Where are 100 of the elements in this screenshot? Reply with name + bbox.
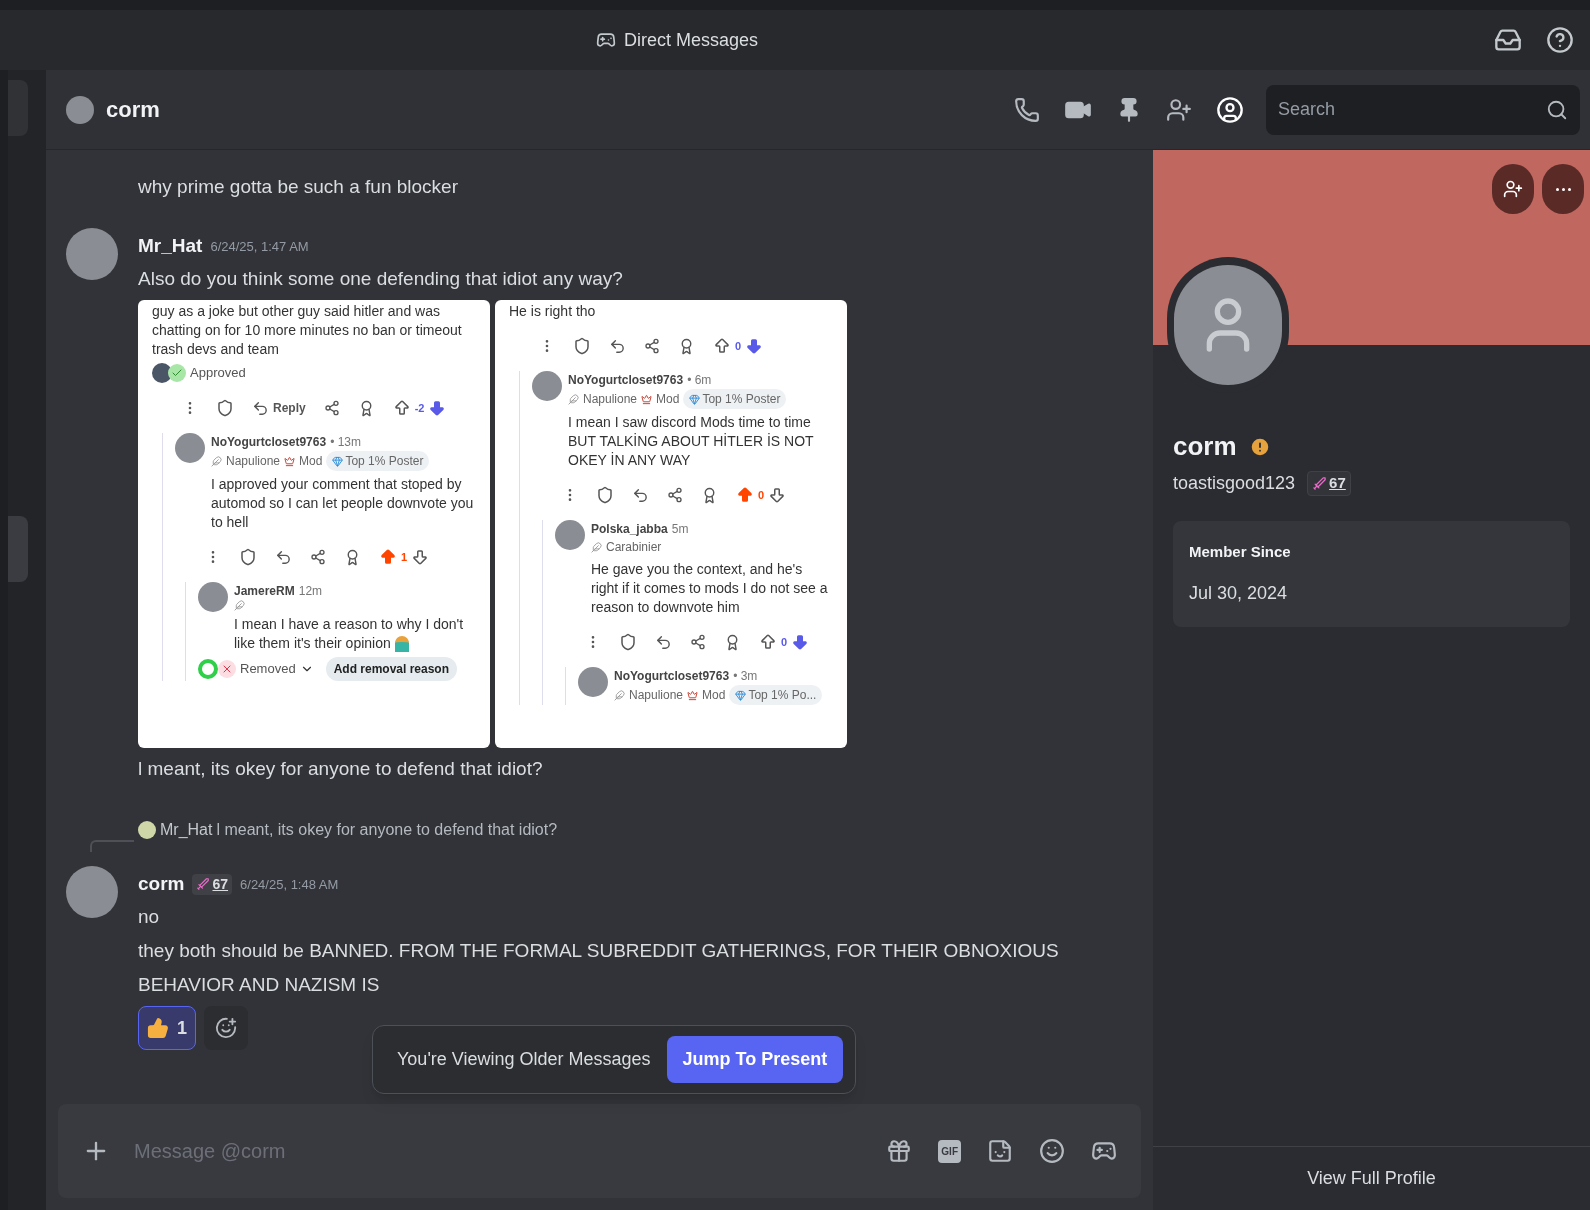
reaction-count: 1 — [177, 1016, 187, 1040]
role-label: Mod — [299, 453, 323, 470]
comment-text: I mean I saw discord Mods time to time BUT TALKİNG ABOUT HİTLER İS NOT OKEY İN ANY WAY — [568, 413, 815, 470]
shield-icon[interactable] — [239, 548, 257, 566]
guild-tag[interactable]: 67 — [1307, 471, 1351, 496]
section-value: Jul 30, 2024 — [1189, 581, 1289, 605]
user-avatar — [555, 520, 585, 550]
reply-icon[interactable] — [252, 399, 269, 417]
add-reaction-button[interactable] — [204, 1006, 248, 1050]
feather-icon — [211, 455, 222, 467]
user-flair: Napulione — [629, 687, 684, 704]
call-icon[interactable] — [1014, 96, 1040, 123]
hat-icon — [687, 689, 699, 701]
profile-username: toastisgood123 — [1173, 472, 1296, 495]
shield-icon[interactable] — [573, 337, 591, 355]
downvote-icon[interactable] — [768, 486, 787, 504]
message-text: l meant, its okey for anyone to defend that idiot? — [138, 757, 544, 781]
gif-button[interactable]: GIF — [938, 1139, 961, 1163]
user-avatar — [198, 582, 228, 612]
add-friend-icon[interactable] — [1166, 96, 1192, 123]
user-avatar — [66, 228, 118, 280]
share-icon[interactable] — [323, 400, 340, 416]
upvote-icon[interactable] — [379, 548, 397, 566]
user-flair: Napulione — [583, 391, 638, 408]
add-reason-button[interactable]: Add removal reason — [325, 657, 457, 681]
reply-icon[interactable] — [275, 548, 292, 566]
status-label: Approved — [190, 364, 246, 383]
guild-tag[interactable]: 67 — [192, 873, 233, 895]
shield-icon[interactable] — [596, 486, 614, 504]
sticker-icon[interactable] — [987, 1138, 1013, 1164]
help-icon[interactable] — [1546, 26, 1574, 54]
user-flair: Napulione — [226, 453, 281, 470]
comment-age: • 13m — [330, 434, 362, 451]
sword-icon — [1312, 476, 1328, 491]
author-name[interactable]: corm — [138, 870, 185, 899]
profile-toggle-icon[interactable] — [1216, 95, 1244, 124]
comment-age: 12m — [298, 583, 323, 600]
comment-text: I approved your comment that stoped by automod so I can let people downvote you to hell — [211, 475, 475, 532]
emoji-icon[interactable] — [1039, 1138, 1065, 1164]
feather-icon — [234, 600, 245, 611]
reply-icon[interactable] — [609, 337, 626, 355]
vote-score: -2 — [414, 400, 425, 416]
username[interactable]: JamereRM — [234, 582, 295, 600]
downvote-icon[interactable] — [745, 337, 764, 355]
timestamp: 6/24/25, 1:47 AM — [210, 237, 309, 256]
username[interactable]: NoYogurtcloset9763 — [614, 667, 730, 685]
upvote-icon[interactable] — [713, 337, 731, 355]
feather-icon — [614, 689, 625, 701]
shield-icon[interactable] — [619, 633, 637, 651]
upvote-icon[interactable] — [759, 633, 777, 651]
share-icon[interactable] — [667, 487, 683, 503]
reply-author[interactable]: Mr_Hat — [160, 818, 213, 842]
badge-label: Top 1% Poster — [702, 391, 781, 408]
badge-label: Top 1% Po... — [748, 687, 817, 704]
search-field[interactable]: Search — [1266, 84, 1580, 135]
share-icon[interactable] — [310, 549, 326, 565]
add-friend-button[interactable] — [1492, 164, 1534, 214]
screenshot-image[interactable] — [495, 300, 847, 748]
user-avatar — [66, 866, 118, 918]
share-icon[interactable] — [644, 338, 660, 354]
app-logo-icon — [595, 30, 616, 50]
downvote-icon[interactable] — [791, 633, 810, 651]
reply-icon[interactable] — [655, 633, 672, 651]
share-icon[interactable] — [690, 634, 706, 650]
reply-icon[interactable] — [632, 486, 649, 504]
reply-link[interactable]: Reply — [273, 399, 306, 417]
timestamp: 6/24/25, 1:48 AM — [240, 875, 339, 894]
search-input[interactable]: Search — [1278, 96, 1546, 123]
vote-score: 1 — [401, 549, 408, 565]
tag-label: 67 — [1329, 473, 1346, 494]
jump-button[interactable]: Jump To Present — [666, 1036, 844, 1083]
screenshot-image[interactable] — [138, 300, 490, 748]
user-avatar — [175, 433, 205, 463]
username[interactable]: NoYogurtcloset9763 — [211, 433, 327, 451]
message-composer[interactable]: Message @corm GIF — [58, 1104, 1141, 1198]
more-button[interactable] — [1542, 164, 1584, 214]
add-friend-icon — [1503, 179, 1523, 199]
reaction-chip[interactable]: 1 — [138, 1006, 196, 1050]
author-name[interactable]: Mr_Hat — [138, 232, 203, 261]
shield-icon[interactable] — [216, 399, 234, 417]
status-label: Removed — [240, 660, 296, 679]
reply-preview[interactable]: l meant, its okey for anyone to defend that idiot? — [216, 818, 558, 842]
downvote-icon[interactable] — [411, 548, 430, 566]
message-text: no — [138, 905, 161, 929]
vote-score: 0 — [735, 338, 742, 354]
header-avatar — [66, 95, 94, 124]
gift-icon[interactable] — [886, 1138, 913, 1164]
comment-text: He gave you the context, and he's right if it comes to mods I do not see a reason to downvote him — [591, 560, 829, 617]
username[interactable]: NoYogurtcloset9763 — [568, 371, 684, 389]
profile-name: corm — [1173, 430, 1237, 463]
username[interactable]: Polska_jabba — [591, 520, 668, 538]
comment-age: • 3m — [733, 668, 758, 685]
upvote-icon[interactable] — [392, 399, 411, 417]
post-text: guy as a joke but other guy said hitler and was chatting on for 10 more minutes no ban or timeout trash devs and team — [152, 302, 463, 359]
upvote-icon[interactable] — [736, 486, 754, 504]
view-profile-link[interactable]: View Full Profile — [1307, 1165, 1436, 1192]
message-input[interactable]: Message @corm — [134, 1136, 887, 1166]
user-avatar — [532, 371, 562, 401]
post-text: He is right tho — [509, 302, 597, 321]
downvote-icon[interactable] — [428, 399, 447, 417]
